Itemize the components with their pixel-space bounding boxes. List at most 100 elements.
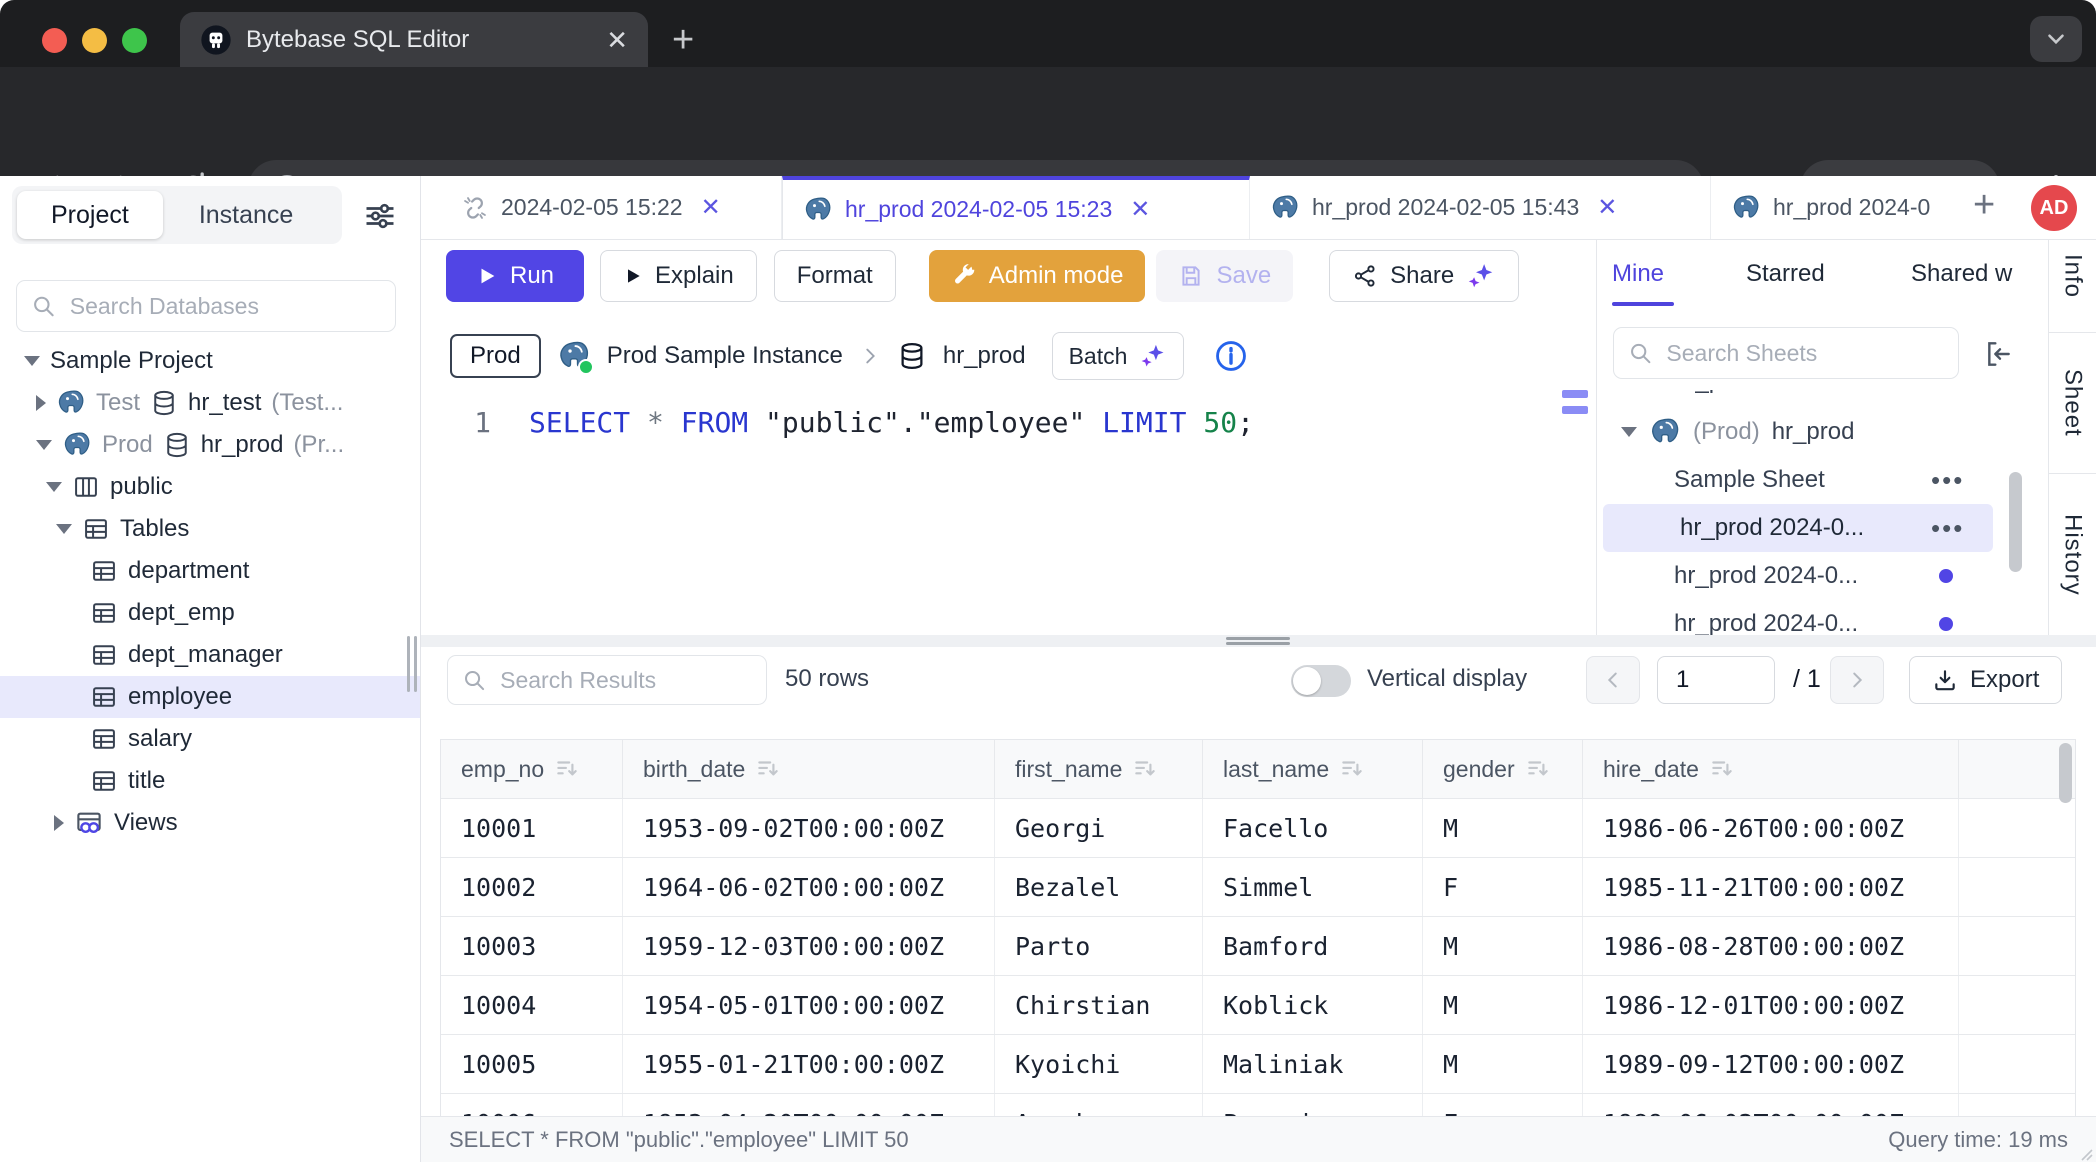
- explain-button[interactable]: Explain: [600, 250, 757, 302]
- new-sheet-tab-button[interactable]: +: [1973, 184, 1995, 227]
- sidebar-resize-handle[interactable]: [414, 636, 417, 692]
- database-icon: [163, 431, 191, 459]
- import-sheet-icon[interactable]: [1982, 338, 2014, 370]
- sheet-tab-2-active[interactable]: hr_prod 2024-02-05 15:23 ✕: [782, 176, 1250, 239]
- table-row[interactable]: 10001 1953-09-02T00:00:00Z Georgi Facell…: [441, 799, 2075, 858]
- sheet-tab-3[interactable]: hr_prod 2024-02-05 15:43 ✕: [1250, 176, 1711, 239]
- tab-starred[interactable]: Starred: [1746, 260, 1825, 288]
- column-header-hire-date[interactable]: hire_date: [1583, 740, 1959, 798]
- sort-icon[interactable]: [1709, 756, 1735, 782]
- tab-mine[interactable]: Mine: [1612, 260, 1664, 288]
- caret-down-icon[interactable]: [56, 524, 72, 534]
- table-row[interactable]: 10006 1953-04-20T00:00:00Z Anneke Preusi…: [441, 1094, 2075, 1116]
- sheet-item-sample-sheet[interactable]: Sample Sheet •••: [1597, 456, 2048, 504]
- column-header-birth-date[interactable]: birth_date: [623, 740, 995, 798]
- table-row[interactable]: 10002 1964-06-02T00:00:00Z Bezalel Simme…: [441, 858, 2075, 917]
- run-button[interactable]: Run: [446, 250, 584, 302]
- table-row[interactable]: 10003 1959-12-03T00:00:00Z Parto Bamford…: [441, 917, 2075, 976]
- ai-sparkles-icon: [1466, 261, 1496, 291]
- tree-item-table-salary[interactable]: salary: [0, 718, 421, 760]
- search-databases-input[interactable]: [68, 292, 381, 321]
- sort-icon[interactable]: [1132, 756, 1158, 782]
- postgresql-icon: [56, 388, 86, 418]
- tree-item-hr-prod[interactable]: Prod hr_prod (Pr...: [0, 424, 421, 466]
- caret-down-icon[interactable]: [24, 356, 40, 366]
- tab-project[interactable]: Project: [17, 191, 163, 239]
- sort-icon[interactable]: [1339, 756, 1365, 782]
- sheet-search[interactable]: [1613, 327, 1959, 379]
- column-header-emp-no[interactable]: emp_no: [441, 740, 623, 798]
- info-icon[interactable]: [1214, 339, 1248, 373]
- table-row[interactable]: 10005 1955-01-21T00:00:00Z Kyoichi Malin…: [441, 1035, 2075, 1094]
- caret-down-icon[interactable]: [36, 440, 52, 450]
- caret-right-icon[interactable]: [54, 815, 64, 831]
- panel-resize-divider[interactable]: [421, 635, 2096, 647]
- sheet-item-selected[interactable]: hr_prod 2024-0... •••: [1603, 504, 1993, 552]
- column-header-first-name[interactable]: first_name: [995, 740, 1203, 798]
- tree-item-table-dept-manager[interactable]: dept_manager: [0, 634, 421, 676]
- close-window-button[interactable]: [42, 28, 67, 53]
- caret-down-icon[interactable]: [46, 482, 62, 492]
- sheet-tab-1[interactable]: 2024-02-05 15:22 ✕: [441, 176, 782, 239]
- bytebase-app: Project Instance Sample Project Test: [0, 176, 2096, 1162]
- more-menu-icon[interactable]: •••: [1931, 513, 1964, 544]
- new-tab-button[interactable]: +: [672, 22, 694, 58]
- sort-icon[interactable]: [1525, 756, 1551, 782]
- sheet-panel-scrollbar[interactable]: [2009, 472, 2022, 572]
- sheet-item-clipped-top[interactable]: hr_prod 2024-0...: [1597, 390, 2048, 403]
- browser-tab[interactable]: Bytebase SQL Editor ✕: [180, 12, 648, 67]
- sheet-group-hr-prod[interactable]: (Prod) hr_prod: [1597, 408, 2048, 456]
- tree-item-table-dept-emp[interactable]: dept_emp: [0, 592, 421, 634]
- zoom-window-button[interactable]: [122, 28, 147, 53]
- drag-handle-icon[interactable]: [1226, 637, 1290, 640]
- sort-icon[interactable]: [755, 756, 781, 782]
- save-button[interactable]: Save: [1156, 250, 1293, 302]
- close-tab-icon[interactable]: ✕: [701, 193, 721, 222]
- sql-code-line[interactable]: 1 SELECT * FROM "public"."employee" LIMI…: [421, 406, 1254, 439]
- tree-item-sample-project[interactable]: Sample Project: [0, 340, 421, 382]
- sheet-tab-4[interactable]: hr_prod 2024-0: [1711, 176, 1960, 239]
- filter-sliders-icon[interactable]: [362, 198, 398, 234]
- close-tab-icon[interactable]: ✕: [1597, 193, 1617, 222]
- column-header-gender[interactable]: gender: [1423, 740, 1583, 798]
- sidebar-resize-handle[interactable]: [407, 636, 410, 692]
- search-sheets-input[interactable]: [1664, 339, 1944, 368]
- tab-shared-with-me[interactable]: Shared w: [1911, 260, 2012, 288]
- instance-name[interactable]: Prod Sample Instance: [607, 342, 843, 370]
- editor-toolbar: Run Explain Format Admin mode Save: [446, 250, 1519, 302]
- user-avatar[interactable]: AD: [2031, 185, 2077, 231]
- admin-mode-button[interactable]: Admin mode: [929, 250, 1146, 302]
- more-menu-icon[interactable]: •••: [1931, 465, 1964, 496]
- rail-tab-history[interactable]: History: [2049, 474, 2096, 635]
- close-tab-icon[interactable]: ✕: [1130, 195, 1150, 224]
- tree-item-table-department[interactable]: department: [0, 550, 421, 592]
- tree-item-table-employee[interactable]: employee: [0, 676, 421, 718]
- tab-search-button[interactable]: [2030, 16, 2082, 62]
- rail-tab-sheet[interactable]: Sheet: [2049, 333, 2096, 474]
- database-search[interactable]: [16, 280, 396, 332]
- sheet-item-unsaved[interactable]: hr_prod 2024-0...: [1597, 600, 2048, 635]
- tab-instance[interactable]: Instance: [163, 201, 330, 230]
- caret-right-icon[interactable]: [36, 395, 46, 411]
- tab-close-icon[interactable]: ✕: [606, 27, 628, 53]
- sort-icon[interactable]: [554, 756, 580, 782]
- format-button[interactable]: Format: [774, 250, 896, 302]
- tree-item-schema-public[interactable]: public: [0, 466, 421, 508]
- tree-item-views-group[interactable]: Views: [0, 802, 421, 844]
- database-name[interactable]: hr_prod: [943, 342, 1026, 370]
- table-row[interactable]: 10004 1954-05-01T00:00:00Z Chirstian Kob…: [441, 976, 2075, 1035]
- share-button[interactable]: Share: [1329, 250, 1519, 302]
- rail-tab-info[interactable]: Info: [2049, 240, 2096, 333]
- minimize-window-button[interactable]: [82, 28, 107, 53]
- resize-grip-icon[interactable]: [2076, 1144, 2094, 1162]
- tree-item-hr-test[interactable]: Test hr_test (Test...: [0, 382, 421, 424]
- database-tree: Sample Project Test hr_test (Test... Pro…: [0, 340, 421, 844]
- tree-item-table-title[interactable]: title: [0, 760, 421, 802]
- caret-down-icon[interactable]: [1621, 427, 1637, 437]
- batch-button[interactable]: Batch: [1052, 332, 1185, 380]
- sheet-item-unsaved[interactable]: hr_prod 2024-0...: [1597, 552, 2048, 600]
- column-header-last-name[interactable]: last_name: [1203, 740, 1423, 798]
- tree-item-tables-group[interactable]: Tables: [0, 508, 421, 550]
- results-scrollbar[interactable]: [2059, 743, 2072, 803]
- drag-handle-icon[interactable]: [1226, 642, 1290, 645]
